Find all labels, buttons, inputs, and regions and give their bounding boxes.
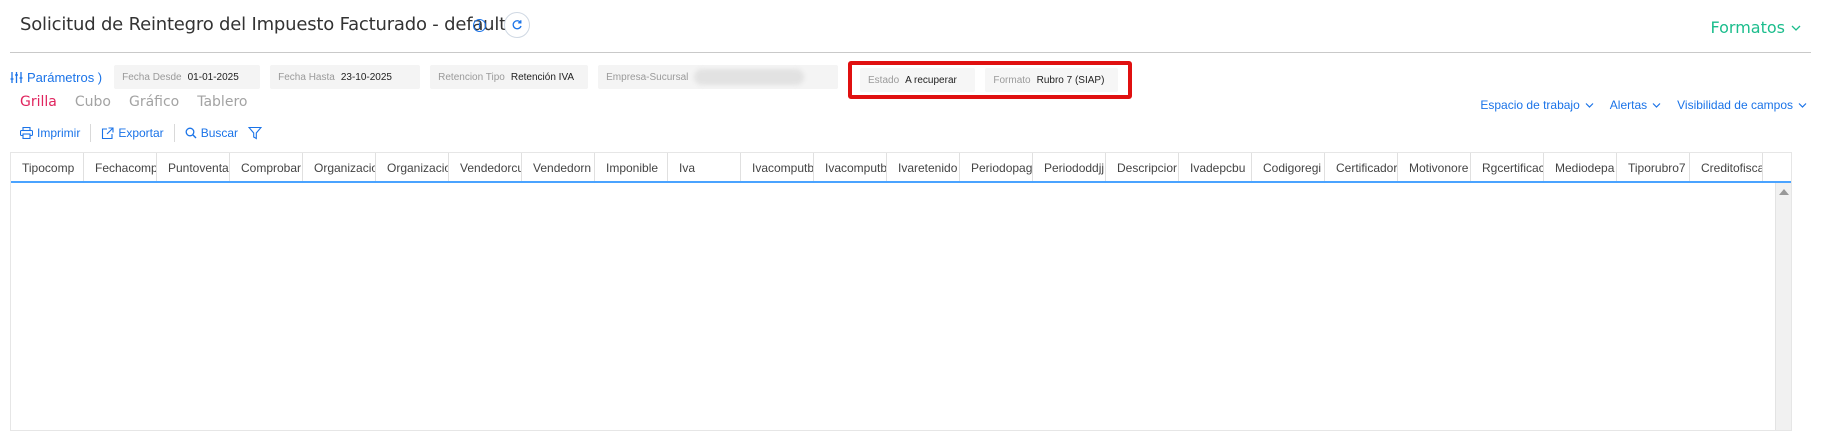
column-header[interactable]: Descripcior [1106,153,1179,181]
external-link-icon [102,126,114,139]
column-header[interactable]: Certificador [1325,153,1398,181]
column-header[interactable]: Periododdjj [1033,153,1106,181]
column-header[interactable]: Vendedorn [522,153,595,181]
grid-toolbar: Imprimir Exportar Buscar [20,124,282,142]
imprimir-label: Imprimir [37,126,81,140]
retencion-tipo-value: Retención IVA [510,71,575,83]
data-grid: Tipocomp Fechacomp Puntoventa Comprobar Orga… [10,152,1792,431]
retencion-tipo-field[interactable]: Retencion Tipo Retención IVA [430,65,589,89]
column-header[interactable]: Mediodepa [1544,153,1617,181]
column-header[interactable]: Tiporubro7 [1617,153,1690,181]
empresa-sucursal-field[interactable]: Empresa-Sucursal [598,65,839,89]
column-header[interactable]: Organizacio [303,153,376,181]
formatos-dropdown[interactable]: Formatos [1710,18,1801,37]
parametros-label: Parámetros ) [27,69,103,85]
page-title: Solicitud de Reintegro del Impuesto Fact… [20,14,507,35]
formato-label: Formato [993,74,1031,86]
fecha-desde-field[interactable]: Fecha Desde 01-01-2025 [114,65,261,89]
grid-body [11,185,1791,430]
column-header[interactable]: Ivacomputb [741,153,814,181]
printer-icon [20,127,33,139]
chevron-down-icon [1791,25,1801,31]
column-header[interactable]: Tipocomp [11,153,84,181]
chevron-down-icon [1652,102,1661,108]
tab-cubo[interactable]: Cubo [75,94,111,110]
column-header[interactable]: Puntoventa [157,153,230,181]
tab-grilla[interactable]: Grilla [20,94,57,110]
column-header[interactable]: Organizacio [376,153,449,181]
espacio-de-trabajo-menu[interactable]: Espacio de trabajo [1480,98,1594,112]
estado-value: A recuperar [905,74,957,86]
tab-grafico[interactable]: Gráfico [129,94,179,110]
chevron-down-icon [1798,102,1807,108]
sliders-icon [10,71,23,83]
retencion-tipo-label: Retencion Tipo [438,71,505,83]
column-header[interactable]: Ivaretenido [887,153,960,181]
refresh-button[interactable] [504,12,530,38]
column-header[interactable]: Creditofisca [1690,153,1763,181]
chevron-down-icon [1585,102,1594,108]
empresa-sucursal-value-redacted [694,69,805,85]
search-icon [185,127,197,139]
column-header[interactable]: Fechacomp [84,153,157,181]
tab-tablero[interactable]: Tablero [197,94,247,110]
grid-header-row: Tipocomp Fechacomp Puntoventa Comprobar Orga… [11,153,1791,183]
buscar-label: Buscar [200,126,239,140]
info-icon[interactable]: i [473,19,486,32]
parameters-row: Parámetros ) Fecha Desde 01-01-2025 Fech… [10,64,848,90]
exportar-label: Exportar [118,126,164,140]
alertas-label: Alertas [1609,98,1648,112]
fecha-hasta-value: 23-10-2025 [340,71,392,83]
column-header[interactable]: Motivonore [1398,153,1471,181]
fecha-desde-label: Fecha Desde [122,71,182,83]
visibilidad-de-campos-label: Visibilidad de campos [1677,98,1793,112]
visibilidad-de-campos-menu[interactable]: Visibilidad de campos [1677,98,1807,112]
fecha-hasta-field[interactable]: Fecha Hasta 23-10-2025 [270,65,421,89]
fecha-hasta-label: Fecha Hasta [278,71,335,83]
right-menu: Espacio de trabajo Alertas Visibilidad d… [1480,98,1807,112]
imprimir-button[interactable]: Imprimir [20,124,92,142]
column-header[interactable]: Vendedorcu [449,153,522,181]
highlighted-filters: Estado A recuperar Formato Rubro 7 (SIAP… [848,61,1132,99]
exportar-button[interactable]: Exportar [101,124,175,142]
column-header[interactable]: Rgcertificac [1471,153,1544,181]
scroll-up-arrow[interactable] [1779,189,1789,195]
parametros-toggle[interactable]: Parámetros ) [10,70,102,85]
filter-button[interactable] [248,124,272,142]
fecha-desde-value: 01-01-2025 [187,71,239,83]
column-header[interactable]: Codigoregi [1252,153,1325,181]
column-header[interactable]: Iva [668,153,741,181]
header-divider [10,52,1811,53]
formato-value: Rubro 7 (SIAP) [1036,74,1105,86]
view-tabs: Grilla Cubo Gráfico Tablero [20,94,247,110]
column-header[interactable]: Ivadepcbu [1179,153,1252,181]
espacio-de-trabajo-label: Espacio de trabajo [1480,98,1580,112]
estado-label: Estado [868,74,900,86]
empresa-sucursal-label: Empresa-Sucursal [606,71,689,83]
buscar-button[interactable]: Buscar [185,124,242,142]
page-header: Solicitud de Reintegro del Impuesto Fact… [0,0,1821,52]
estado-field[interactable]: Estado A recuperar [860,68,976,92]
column-header[interactable]: Ivacomputb [814,153,887,181]
formato-field[interactable]: Formato Rubro 7 (SIAP) [985,68,1118,92]
vertical-scrollbar[interactable] [1775,183,1791,430]
formatos-label: Formatos [1710,18,1785,37]
column-header[interactable]: Imponible [595,153,668,181]
column-header[interactable]: Comprobar [230,153,303,181]
column-header[interactable]: Periodopag [960,153,1033,181]
refresh-icon [512,20,522,30]
filter-icon [248,126,263,140]
alertas-menu[interactable]: Alertas [1610,98,1661,112]
